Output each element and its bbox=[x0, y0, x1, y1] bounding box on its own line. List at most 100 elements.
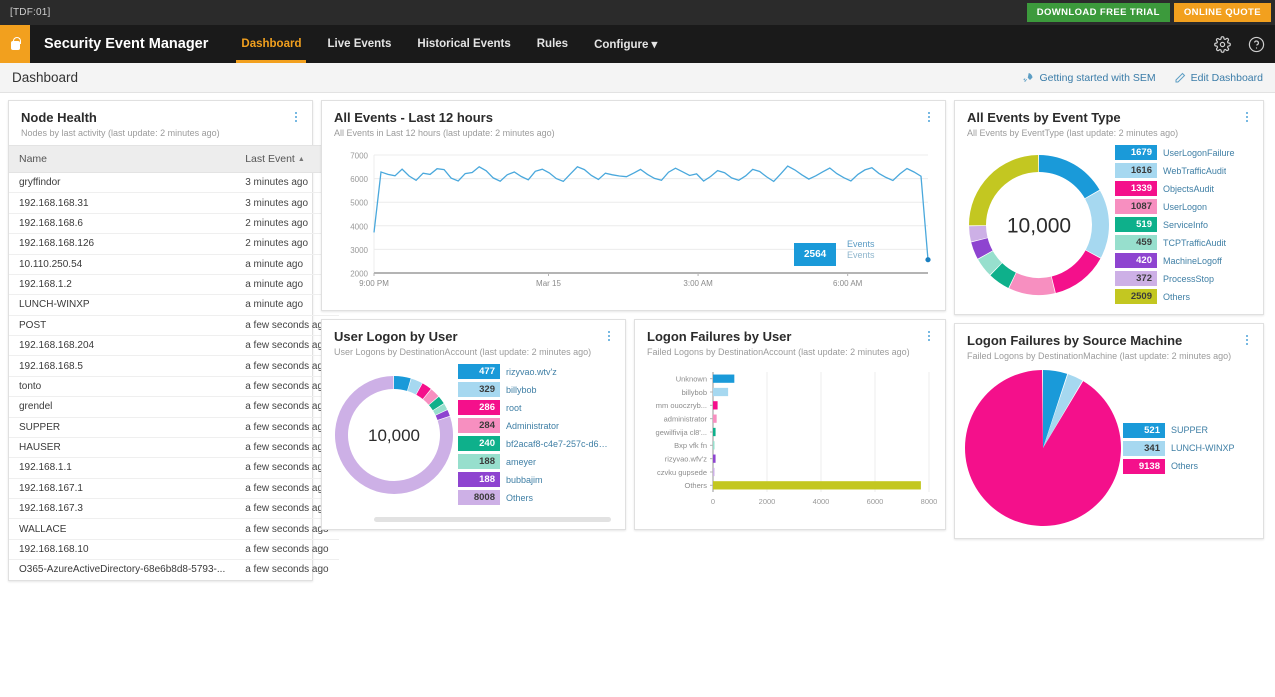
legend-label: TCPTrafficAudit bbox=[1163, 237, 1227, 248]
legend-row[interactable]: 519 ServiceInfo bbox=[1115, 217, 1235, 232]
legend-row[interactable]: 188 bubbajim bbox=[458, 472, 610, 487]
bar[interactable] bbox=[713, 454, 716, 463]
node-last-event-cell: a few seconds ago bbox=[245, 564, 329, 576]
bar[interactable] bbox=[713, 387, 729, 397]
user-logon-subtitle: User Logons by DestinationAccount (last … bbox=[334, 347, 592, 357]
nav-item-dashboard[interactable]: Dashboard bbox=[228, 25, 314, 63]
node-health-menu-icon[interactable] bbox=[290, 110, 302, 124]
svg-text:administrator: administrator bbox=[664, 414, 708, 423]
bar[interactable] bbox=[713, 467, 715, 477]
event-type-legend: 1679 UserLogonFailure 1616 WebTrafficAudit 1… bbox=[1115, 145, 1235, 304]
pie-slice[interactable] bbox=[1085, 189, 1109, 258]
table-row[interactable]: 192.168.168.126 2 minutes ago bbox=[9, 233, 339, 255]
bar[interactable] bbox=[713, 427, 716, 437]
gear-icon[interactable] bbox=[1213, 35, 1231, 53]
legend-row[interactable]: 240 bf2acaf8-c4e7-257c-d63a-6200afe2 bbox=[458, 436, 610, 451]
table-row[interactable]: HAUSER a few seconds ago bbox=[9, 437, 339, 459]
download-free-trial-button[interactable]: DOWNLOAD FREE TRIAL bbox=[1026, 3, 1170, 22]
all-events-menu-icon[interactable] bbox=[923, 110, 935, 124]
legend-label: root bbox=[506, 402, 522, 413]
bar[interactable] bbox=[713, 374, 735, 383]
legend-row[interactable]: 8008 Others bbox=[458, 490, 610, 505]
nav-item-configure[interactable]: Configure ▾ bbox=[581, 25, 670, 63]
logon-failures-user-menu-icon[interactable] bbox=[923, 329, 935, 343]
nav-item-live-events[interactable]: Live Events bbox=[314, 25, 404, 63]
legend-label: ObjectsAudit bbox=[1163, 183, 1215, 194]
nav-item-rules[interactable]: Rules bbox=[524, 25, 581, 63]
logon-failures-machine-subtitle: Failed Logons by DestinationMachine (las… bbox=[967, 351, 1232, 361]
promo-buttons: DOWNLOAD FREE TRIAL ONLINE QUOTE bbox=[1026, 3, 1271, 22]
legend-row[interactable]: 1616 WebTrafficAudit bbox=[1115, 163, 1235, 178]
table-row[interactable]: 192.168.168.31 3 minutes ago bbox=[9, 192, 339, 214]
table-row[interactable]: gryffindor 3 minutes ago bbox=[9, 172, 339, 194]
bar[interactable] bbox=[713, 414, 717, 423]
pie-slice[interactable] bbox=[1039, 154, 1100, 198]
app-logo[interactable] bbox=[0, 25, 30, 63]
page-title: Dashboard bbox=[12, 70, 79, 85]
table-row[interactable]: 10.110.250.54 a minute ago bbox=[9, 254, 339, 275]
online-quote-button[interactable]: ONLINE QUOTE bbox=[1173, 3, 1271, 22]
table-row[interactable]: 192.168.167.1 a few seconds ago bbox=[9, 478, 339, 500]
table-row[interactable]: 192.168.168.6 2 minutes ago bbox=[9, 213, 339, 235]
legend-row[interactable]: 286 root bbox=[458, 400, 610, 415]
legend-row[interactable]: 284 Administrator bbox=[458, 418, 610, 433]
svg-text:6000: 6000 bbox=[350, 175, 368, 184]
pie-slice[interactable] bbox=[394, 375, 411, 391]
legend-row[interactable]: 372 ProcessStop bbox=[1115, 271, 1235, 286]
help-icon[interactable] bbox=[1247, 35, 1265, 53]
table-row[interactable]: 192.168.167.3 a few seconds ago bbox=[9, 498, 339, 520]
table-row[interactable]: POST a few seconds ago bbox=[9, 315, 339, 337]
table-row[interactable]: 192.168.168.5 a few seconds ago bbox=[9, 355, 339, 377]
node-name-cell: SUPPER bbox=[9, 417, 236, 438]
bar[interactable] bbox=[713, 441, 715, 450]
node-health-title: Node Health bbox=[21, 110, 97, 125]
legend-row[interactable]: 1339 ObjectsAudit bbox=[1115, 181, 1235, 196]
pie-slice[interactable] bbox=[1009, 272, 1055, 295]
pie-slice[interactable] bbox=[1051, 249, 1101, 293]
table-row[interactable]: grendel a few seconds ago bbox=[9, 396, 339, 418]
promo-tag: [TDF:01] bbox=[10, 7, 51, 18]
getting-started-link[interactable]: Getting started with SEM bbox=[1022, 72, 1156, 84]
logon-failures-machine-pie-svg bbox=[965, 370, 1121, 526]
logon-failures-machine-menu-icon[interactable] bbox=[1241, 333, 1253, 347]
legend-row[interactable]: 459 TCPTrafficAudit bbox=[1115, 235, 1235, 250]
bar[interactable] bbox=[713, 401, 718, 410]
legend-label: Others bbox=[506, 492, 534, 503]
legend-row[interactable]: 9138 Others bbox=[1123, 458, 1235, 474]
legend-row[interactable]: 188 ameyer bbox=[458, 454, 610, 469]
node-name-cell: gryffindor bbox=[9, 172, 236, 194]
legend-row[interactable]: 2509 Others bbox=[1115, 289, 1235, 304]
legend-value: 286 bbox=[458, 400, 500, 415]
column-header-name[interactable]: Name bbox=[9, 145, 236, 173]
svg-text:Unknown: Unknown bbox=[676, 374, 707, 383]
table-row[interactable]: tonto a few seconds ago bbox=[9, 376, 339, 398]
legend-label: Administrator bbox=[506, 420, 560, 431]
table-row[interactable]: 192.168.1.2 a minute ago bbox=[9, 274, 339, 296]
nav-item-historical-events[interactable]: Historical Events bbox=[404, 25, 523, 63]
bar[interactable] bbox=[713, 481, 921, 490]
event-type-menu-icon[interactable] bbox=[1241, 110, 1253, 124]
legend-row[interactable]: 1679 UserLogonFailure bbox=[1115, 145, 1235, 160]
legend-row[interactable]: 329 billybob bbox=[458, 382, 610, 397]
svg-text:2000: 2000 bbox=[759, 497, 776, 506]
user-logon-scrollbar[interactable] bbox=[374, 517, 611, 522]
table-row[interactable]: 192.168.168.204 a few seconds ago bbox=[9, 335, 339, 357]
legend-row[interactable]: 1087 UserLogon bbox=[1115, 199, 1235, 214]
table-row[interactable]: 192.168.168.10 a few seconds ago bbox=[9, 539, 339, 561]
legend-row[interactable]: 420 MachineLogoff bbox=[1115, 253, 1235, 268]
table-row[interactable]: WALLACE a few seconds ago bbox=[9, 518, 339, 540]
svg-text:6:00 AM: 6:00 AM bbox=[833, 279, 863, 288]
node-name-cell: 192.168.168.6 bbox=[9, 213, 236, 235]
legend-row[interactable]: 521 SUPPER bbox=[1123, 422, 1235, 438]
user-logon-title: User Logon by User bbox=[334, 329, 458, 344]
table-row[interactable]: 192.168.1.1 a few seconds ago bbox=[9, 457, 339, 479]
table-row[interactable]: O365-AzureActiveDirectory-68e6b8d8-5793-… bbox=[9, 560, 339, 580]
table-row[interactable]: LUNCH-WINXP a minute ago bbox=[9, 294, 339, 316]
user-logon-menu-icon[interactable] bbox=[603, 329, 615, 343]
logon-failures-machine-legend: 521 SUPPER 341 LUNCH-WINXP 9138 Others bbox=[1123, 422, 1235, 474]
table-row[interactable]: SUPPER a few seconds ago bbox=[9, 417, 339, 438]
legend-row[interactable]: 341 LUNCH-WINXP bbox=[1123, 440, 1235, 456]
legend-row[interactable]: 477 rizyvao.wtv'z bbox=[458, 364, 610, 379]
user-logon-legend: 477 rizyvao.wtv'z 329 billybob 286 root 284 Adm… bbox=[458, 364, 610, 505]
edit-dashboard-link[interactable]: Edit Dashboard bbox=[1174, 72, 1263, 84]
